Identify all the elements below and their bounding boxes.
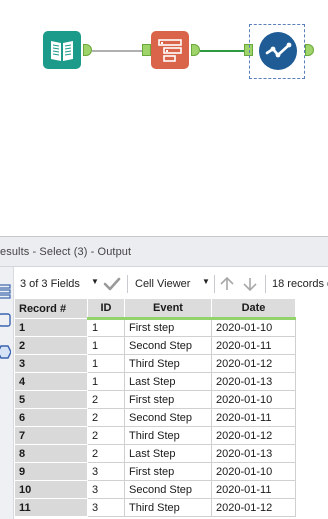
event-cell[interactable]: Last Step bbox=[124, 372, 212, 391]
column-header-date[interactable]: Date bbox=[211, 298, 296, 320]
id-cell[interactable]: 3 bbox=[87, 462, 125, 481]
record-number-cell[interactable]: 2 bbox=[14, 336, 88, 355]
square-icon[interactable] bbox=[0, 312, 11, 328]
date-cell[interactable]: 2020-01-11 bbox=[211, 336, 296, 355]
connection-line[interactable] bbox=[92, 50, 142, 52]
input-data-tool[interactable] bbox=[43, 31, 81, 69]
record-number-cell[interactable]: 7 bbox=[14, 426, 88, 445]
record-number-cell[interactable]: 9 bbox=[14, 462, 88, 481]
output-output-anchor[interactable] bbox=[305, 44, 314, 56]
date-cell[interactable]: 2020-01-10 bbox=[211, 390, 296, 409]
record-number-cell[interactable]: 5 bbox=[14, 390, 88, 409]
event-cell[interactable]: First step bbox=[124, 462, 212, 481]
event-cell[interactable]: First step bbox=[124, 390, 212, 409]
record-number-cell[interactable]: 3 bbox=[14, 354, 88, 373]
table-row[interactable]: 1 1 First step 2020-01-10 bbox=[14, 318, 296, 337]
event-cell[interactable]: Second Step bbox=[124, 480, 212, 499]
id-cell[interactable]: 3 bbox=[87, 498, 125, 517]
record-number-cell[interactable]: 11 bbox=[14, 498, 88, 517]
date-cell[interactable]: 2020-01-10 bbox=[211, 318, 296, 337]
results-panel-title: esults - Select (3) - Output bbox=[0, 246, 132, 258]
stack-icon[interactable] bbox=[0, 283, 11, 299]
event-cell[interactable]: First step bbox=[124, 318, 212, 337]
results-sidebar bbox=[0, 267, 14, 519]
id-cell[interactable]: 2 bbox=[87, 444, 125, 463]
id-cell[interactable]: 2 bbox=[87, 408, 125, 427]
select-columns-icon bbox=[158, 39, 182, 62]
connection-line[interactable] bbox=[200, 50, 250, 52]
select-output-anchor[interactable] bbox=[191, 44, 200, 56]
table-row[interactable]: 6 2 Second Step 2020-01-11 bbox=[14, 408, 296, 427]
date-cell[interactable]: 2020-01-13 bbox=[211, 372, 296, 391]
event-cell[interactable]: Third Step bbox=[124, 354, 212, 373]
date-cell[interactable]: 2020-01-12 bbox=[211, 426, 296, 445]
id-cell[interactable]: 1 bbox=[87, 354, 125, 373]
toolbar-divider bbox=[265, 275, 266, 293]
select-input-anchor[interactable] bbox=[142, 44, 151, 56]
event-cell[interactable]: Third Step bbox=[124, 498, 212, 517]
event-cell[interactable]: Third Step bbox=[124, 426, 212, 445]
chevron-down-icon[interactable]: ▼ bbox=[91, 277, 99, 286]
toolbar-divider bbox=[127, 275, 128, 293]
results-toolbar: 3 of 3 Fields ▼ Cell Viewer ▼ 18 records… bbox=[14, 272, 328, 296]
id-cell[interactable]: 2 bbox=[87, 426, 125, 445]
workflow-canvas[interactable] bbox=[0, 0, 328, 236]
date-cell[interactable]: 2020-01-12 bbox=[211, 498, 296, 517]
book-icon bbox=[51, 41, 73, 61]
id-cell[interactable]: 1 bbox=[87, 336, 125, 355]
event-cell[interactable]: Second Step bbox=[124, 336, 212, 355]
cell-viewer-dropdown[interactable]: Cell Viewer bbox=[135, 278, 190, 290]
table-row[interactable]: 2 1 Second Step 2020-01-11 bbox=[14, 336, 296, 355]
arrow-up-icon[interactable] bbox=[219, 276, 235, 292]
table-row[interactable]: 5 2 First step 2020-01-10 bbox=[14, 390, 296, 409]
record-number-cell[interactable]: 8 bbox=[14, 444, 88, 463]
id-cell[interactable]: 3 bbox=[87, 480, 125, 499]
table-row[interactable]: 9 3 First step 2020-01-10 bbox=[14, 462, 296, 481]
toolbar-divider bbox=[214, 275, 215, 293]
table-row[interactable]: 7 2 Third Step 2020-01-12 bbox=[14, 426, 296, 445]
table-row[interactable]: 10 3 Second Step 2020-01-11 bbox=[14, 480, 296, 499]
table-row[interactable]: 11 3 Third Step 2020-01-12 bbox=[14, 498, 296, 517]
table-row[interactable]: 3 1 Third Step 2020-01-12 bbox=[14, 354, 296, 373]
grid-header-row: Record # ID Event Date bbox=[14, 298, 296, 320]
select-tool[interactable] bbox=[151, 31, 189, 69]
record-number-cell[interactable]: 6 bbox=[14, 408, 88, 427]
date-cell[interactable]: 2020-01-12 bbox=[211, 354, 296, 373]
id-cell[interactable]: 1 bbox=[87, 318, 125, 337]
column-header-event[interactable]: Event bbox=[124, 298, 212, 320]
arrow-down-icon[interactable] bbox=[242, 276, 258, 292]
table-row[interactable]: 4 1 Last Step 2020-01-13 bbox=[14, 372, 296, 391]
hexagon-icon[interactable] bbox=[0, 344, 11, 360]
column-header-record[interactable]: Record # bbox=[14, 298, 88, 319]
checkmark-icon[interactable] bbox=[103, 276, 121, 292]
output-tool[interactable] bbox=[259, 32, 297, 70]
output-tool-selection[interactable] bbox=[249, 24, 305, 79]
record-number-cell[interactable]: 4 bbox=[14, 372, 88, 391]
id-cell[interactable]: 2 bbox=[87, 390, 125, 409]
column-header-id[interactable]: ID bbox=[87, 298, 125, 320]
output-check-icon bbox=[265, 42, 292, 58]
date-cell[interactable]: 2020-01-11 bbox=[211, 408, 296, 427]
event-cell[interactable]: Second Step bbox=[124, 408, 212, 427]
date-cell[interactable]: 2020-01-10 bbox=[211, 462, 296, 481]
results-panel-header: esults - Select (3) - Output bbox=[0, 236, 328, 267]
input-data-output-anchor[interactable] bbox=[83, 44, 92, 56]
record-number-cell[interactable]: 10 bbox=[14, 480, 88, 499]
fields-dropdown[interactable]: 3 of 3 Fields bbox=[20, 278, 80, 290]
results-grid[interactable]: Record # ID Event Date 1 1 First step 20… bbox=[14, 298, 328, 517]
record-number-cell[interactable]: 1 bbox=[14, 318, 88, 337]
date-cell[interactable]: 2020-01-13 bbox=[211, 444, 296, 463]
id-cell[interactable]: 1 bbox=[87, 372, 125, 391]
table-row[interactable]: 8 2 Last Step 2020-01-13 bbox=[14, 444, 296, 463]
chevron-down-icon[interactable]: ▼ bbox=[202, 277, 210, 286]
event-cell[interactable]: Last Step bbox=[124, 444, 212, 463]
date-cell[interactable]: 2020-01-11 bbox=[211, 480, 296, 499]
record-count: 18 records d bbox=[272, 278, 328, 290]
